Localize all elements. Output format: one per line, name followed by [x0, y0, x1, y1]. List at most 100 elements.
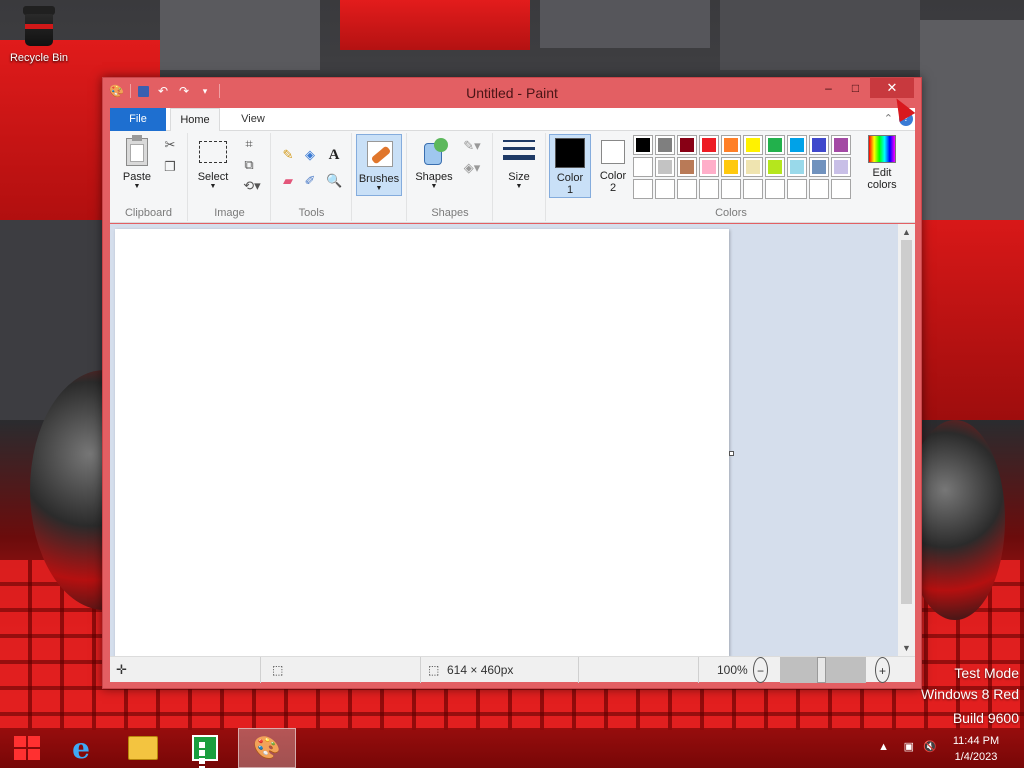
volume-muted-icon[interactable]: 🔇: [923, 740, 937, 753]
palette-color-swatch[interactable]: [633, 135, 653, 155]
start-button[interactable]: [14, 736, 40, 760]
palette-color-swatch[interactable]: [765, 157, 785, 177]
recycle-bin-icon: [21, 6, 57, 46]
network-icon[interactable]: ▣: [904, 740, 914, 753]
palette-color-swatch[interactable]: [809, 157, 829, 177]
canvas-resize-handle[interactable]: [729, 451, 734, 456]
scroll-up-icon[interactable]: ▲: [898, 224, 915, 240]
zoom-slider-thumb[interactable]: [817, 657, 826, 683]
palette-color-swatch[interactable]: [743, 157, 763, 177]
resize-icon[interactable]: ⧉: [241, 157, 257, 173]
size-button[interactable]: Size ▼: [498, 135, 540, 191]
store-taskbar-icon[interactable]: [176, 728, 234, 768]
edit-colors-icon: [868, 135, 896, 163]
palette-color-swatch[interactable]: [721, 135, 741, 155]
clipboard-group-label: Clipboard: [124, 207, 173, 219]
color2-button[interactable]: Color 2: [593, 134, 633, 198]
chevron-down-icon: ▼: [375, 185, 383, 192]
tab-file[interactable]: File: [110, 108, 166, 131]
palette-color-swatch[interactable]: [809, 179, 829, 199]
palette-color-swatch[interactable]: [831, 135, 851, 155]
palette-color-swatch[interactable]: [721, 157, 741, 177]
ribbon: Paste ▼ ✂ ❐ Clipboard Select ▼ ⌗ ⧉ ⟲▾ Im…: [110, 131, 915, 223]
palette-color-swatch[interactable]: [831, 179, 851, 199]
paint-window: 🎨 ↶ ↷ ▾ Untitled - Paint – □ ✕ File Home…: [102, 77, 922, 689]
show-hidden-icons-icon[interactable]: ▲: [878, 741, 889, 753]
status-separator: [260, 657, 261, 683]
palette-color-swatch[interactable]: [699, 157, 719, 177]
recycle-bin-shortcut[interactable]: Recycle Bin: [6, 6, 72, 64]
zoom-in-button[interactable]: +: [875, 657, 890, 683]
scroll-thumb[interactable]: [901, 240, 912, 604]
clock-date: 1/4/2023: [954, 751, 998, 763]
palette-color-swatch[interactable]: [787, 135, 807, 155]
palette-color-swatch[interactable]: [677, 157, 697, 177]
close-button[interactable]: ✕: [870, 78, 914, 98]
internet-explorer-taskbar-icon[interactable]: e: [52, 728, 110, 768]
paint-taskbar-icon[interactable]: 🎨: [238, 728, 296, 768]
group-brushes: Brushes ▼: [353, 133, 407, 221]
title-bar[interactable]: 🎨 ↶ ↷ ▾ Untitled - Paint – □ ✕: [103, 78, 921, 107]
crop-icon[interactable]: ⌗: [241, 136, 257, 152]
palette-color-swatch[interactable]: [787, 157, 807, 177]
palette-color-swatch[interactable]: [743, 179, 763, 199]
vertical-scrollbar[interactable]: ▲ ▼: [898, 224, 915, 656]
magnifier-icon[interactable]: 🔍: [326, 173, 342, 189]
maximize-button[interactable]: □: [842, 78, 869, 98]
copy-icon[interactable]: ❐: [162, 159, 178, 175]
clock[interactable]: 11:44 PM 1/4/2023: [946, 733, 1006, 765]
cut-icon[interactable]: ✂: [162, 137, 178, 153]
scroll-down-icon[interactable]: ▼: [898, 640, 915, 656]
file-explorer-taskbar-icon[interactable]: [114, 728, 172, 768]
drawing-canvas[interactable]: [115, 229, 729, 656]
palette-color-swatch[interactable]: [655, 157, 675, 177]
select-button[interactable]: Select ▼: [193, 135, 233, 191]
tools-group-label: Tools: [298, 207, 325, 219]
pencil-icon[interactable]: ✎: [280, 147, 296, 163]
palette-color-swatch[interactable]: [809, 135, 829, 155]
palette-color-swatch[interactable]: [655, 179, 675, 199]
color-picker-icon[interactable]: ✐: [302, 173, 318, 189]
edit-colors-button[interactable]: Edit colors: [860, 135, 904, 191]
palette-color-swatch[interactable]: [699, 135, 719, 155]
group-clipboard: Paste ▼ ✂ ❐ Clipboard: [110, 133, 188, 221]
palette-color-swatch[interactable]: [831, 157, 851, 177]
tab-view[interactable]: View: [228, 108, 278, 131]
palette-color-swatch[interactable]: [633, 157, 653, 177]
edit-colors-label: Edit: [872, 167, 892, 179]
palette-color-swatch[interactable]: [765, 135, 785, 155]
palette-color-swatch[interactable]: [633, 179, 653, 199]
tab-home[interactable]: Home: [170, 108, 220, 132]
selection-size-icon: ⬚: [272, 663, 284, 677]
shapes-group-label: Shapes: [431, 207, 469, 219]
text-tool-icon[interactable]: A: [326, 147, 342, 163]
fill-bucket-icon[interactable]: ◈: [302, 147, 318, 163]
palette-color-swatch[interactable]: [677, 135, 697, 155]
minimize-ribbon-icon[interactable]: ⌃: [884, 112, 893, 125]
chevron-down-icon: ▼: [515, 183, 523, 190]
shapes-button[interactable]: Shapes ▼: [412, 135, 456, 191]
status-bar: ✛ ⬚ ⬚ 614 × 460px 100% − +: [110, 656, 915, 683]
color1-button[interactable]: Color 1: [549, 134, 591, 198]
palette-color-swatch[interactable]: [655, 135, 675, 155]
watermark-line-2: Windows 8 Red: [920, 686, 1019, 702]
brush-icon: [363, 137, 395, 169]
recycle-bin-label: Recycle Bin: [9, 52, 69, 64]
zoom-level: 100%: [717, 663, 748, 677]
window-controls: – □: [815, 78, 869, 98]
palette-color-swatch[interactable]: [677, 179, 697, 199]
fill-icon[interactable]: ◈▾: [460, 160, 484, 176]
palette-color-swatch[interactable]: [743, 135, 763, 155]
palette-color-swatch[interactable]: [787, 179, 807, 199]
rotate-icon[interactable]: ⟲▾: [241, 178, 263, 194]
palette-color-swatch[interactable]: [721, 179, 741, 199]
palette-color-swatch[interactable]: [699, 179, 719, 199]
eraser-icon[interactable]: ▰: [280, 173, 296, 189]
shapes-icon: [418, 135, 450, 167]
zoom-out-button[interactable]: −: [753, 657, 768, 683]
outline-icon[interactable]: ✎▾: [460, 138, 484, 154]
minimize-button[interactable]: –: [815, 78, 842, 98]
brushes-button[interactable]: Brushes ▼: [356, 134, 402, 196]
paste-button[interactable]: Paste ▼: [118, 135, 156, 191]
palette-color-swatch[interactable]: [765, 179, 785, 199]
